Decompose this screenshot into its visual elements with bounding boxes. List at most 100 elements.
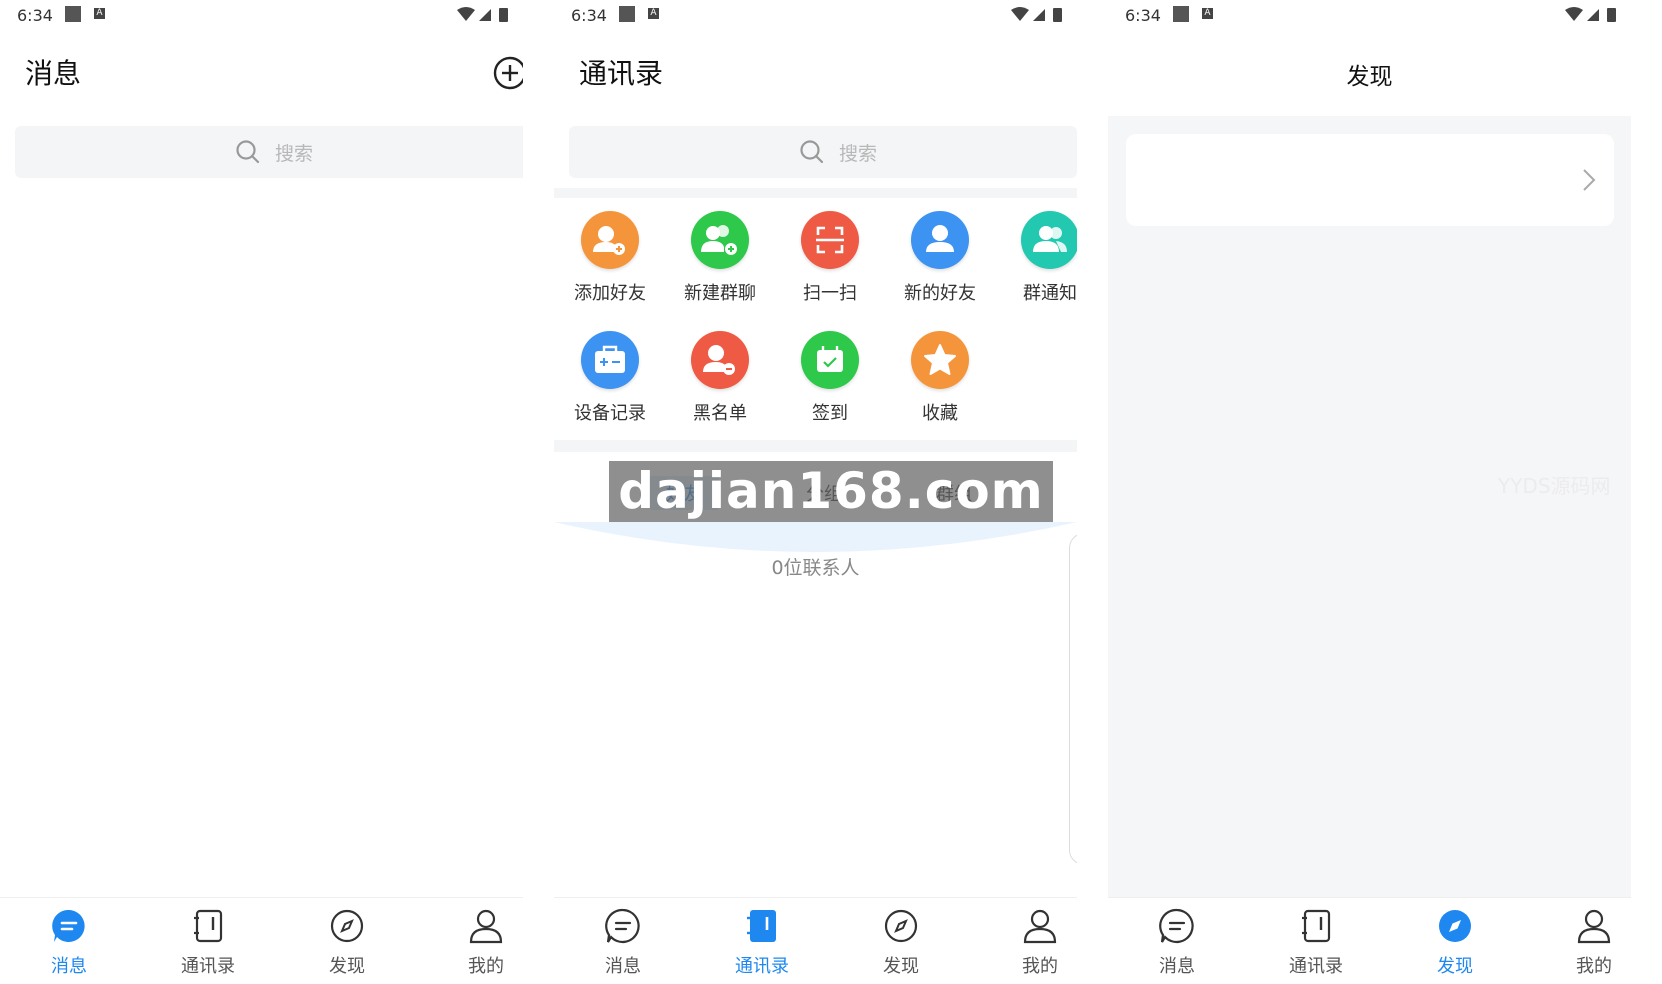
contacts-icon — [194, 909, 223, 943]
status-time: 6:34 — [1125, 6, 1161, 25]
bottom-tab-bar: 消息 通讯录 发现 我的 — [554, 897, 1077, 984]
func-new-friend[interactable]: 新的好友 — [885, 211, 995, 305]
tab-profile[interactable]: 我的 — [1534, 898, 1631, 984]
discover-screen: 6:34 A 发现 YYDS源码网 消息 通讯录 发现 我的 — [1108, 0, 1631, 984]
profile-icon — [1023, 909, 1057, 944]
func-group-notice[interactable]: 群通知 — [995, 211, 1077, 305]
status-time: 6:34 — [17, 6, 53, 25]
tab-label: 消息 — [605, 956, 641, 977]
alphabet-letter[interactable]: A — [1070, 534, 1077, 559]
alphabet-letter[interactable]: I — [1070, 730, 1077, 755]
search-bar[interactable]: 搜索 — [569, 126, 1077, 178]
func-label: 添加好友 — [574, 283, 646, 304]
contacts-icon — [747, 910, 776, 942]
func-label: 群通知 — [1023, 283, 1077, 304]
status-bar: 6:34 A — [1108, 0, 1631, 30]
tab-profile[interactable]: 我的 — [980, 898, 1077, 984]
section-divider — [554, 440, 1077, 452]
status-bar: 6:34 A — [554, 0, 1077, 30]
tab-messages[interactable]: 消息 — [1117, 898, 1237, 984]
bottom-tab-bar: 消息 通讯录 发现 我的 — [1108, 897, 1631, 984]
notification-icon — [619, 6, 635, 22]
contacts-screen: 6:34 A 通讯录 搜索 添加好友 新建群聊 扫一扫 新的好友 群通知 设备记… — [554, 0, 1077, 984]
func-checkin[interactable]: 签到 — [775, 331, 885, 425]
compass-icon — [330, 909, 364, 943]
alphabet-letter[interactable]: M — [1070, 828, 1077, 853]
tab-discover[interactable]: 发现 — [1395, 898, 1515, 984]
section-divider — [554, 188, 1077, 198]
favorite-icon — [911, 331, 969, 389]
compass-icon — [884, 909, 918, 943]
contacts-icon — [1302, 909, 1331, 943]
scan-icon — [801, 211, 859, 269]
tab-label: 发现 — [329, 956, 365, 977]
search-icon — [236, 140, 260, 164]
tab-contacts[interactable]: 通讯录 — [148, 898, 268, 984]
tab-discover[interactable]: 发现 — [287, 898, 407, 984]
message-icon — [605, 908, 640, 944]
func-blacklist[interactable]: 黑名单 — [665, 331, 775, 425]
tab-discover[interactable]: 发现 — [841, 898, 961, 984]
messages-screen: 6:34 A 消息 搜索 消息 通讯录 发现 我的 — [0, 0, 523, 984]
bottom-tab-bar: 消息 通讯录 发现 我的 — [0, 897, 523, 984]
func-device-record[interactable]: 设备记录 — [555, 331, 665, 425]
func-favorite[interactable]: 收藏 — [885, 331, 995, 425]
search-placeholder: 搜索 — [839, 143, 878, 165]
alphabet-letter[interactable]: G — [1070, 681, 1077, 706]
tab-profile[interactable]: 我的 — [426, 898, 523, 984]
search-placeholder: 搜索 — [275, 143, 314, 165]
alphabet-letter[interactable]: E — [1070, 632, 1077, 657]
alphabet-letter[interactable]: D — [1070, 608, 1077, 633]
tab-contacts[interactable]: 通讯录 — [1256, 898, 1376, 984]
a-badge-icon: A — [94, 8, 105, 19]
tab-label: 消息 — [1159, 956, 1195, 977]
tab-label: 发现 — [883, 956, 919, 977]
alphabet-index[interactable]: ABCDEFGHIJKLMN — [1069, 533, 1077, 865]
alphabet-letter[interactable]: F — [1070, 657, 1077, 682]
notification-icon — [1173, 6, 1189, 22]
signal-battery-icon — [1011, 7, 1062, 22]
tab-label: 通讯录 — [735, 956, 789, 977]
discover-card[interactable] — [1126, 134, 1614, 226]
alphabet-letter[interactable]: N — [1070, 853, 1077, 878]
tab-messages[interactable]: 消息 — [563, 898, 683, 984]
page-title: 发现 — [1346, 64, 1393, 90]
tab-messages[interactable]: 消息 — [9, 898, 129, 984]
chevron-right-icon — [1583, 169, 1596, 191]
tab-label: 通讯录 — [181, 956, 235, 977]
tab-label: 发现 — [1437, 956, 1473, 977]
blacklist-icon — [691, 331, 749, 389]
a-badge-icon: A — [1202, 8, 1213, 19]
add-friend-icon — [581, 211, 639, 269]
alphabet-letter[interactable]: K — [1070, 779, 1077, 804]
status-time: 6:34 — [571, 6, 607, 25]
profile-icon — [1577, 909, 1611, 944]
func-label: 扫一扫 — [803, 283, 857, 304]
func-new-group[interactable]: 新建群聊 — [665, 211, 775, 305]
add-plus-icon[interactable] — [493, 56, 523, 90]
func-label: 新建群聊 — [684, 283, 756, 304]
status-bar: 6:34 A — [0, 0, 523, 30]
alphabet-letter[interactable]: H — [1070, 706, 1077, 731]
func-add-friend[interactable]: 添加好友 — [555, 211, 665, 305]
func-label: 签到 — [812, 403, 848, 424]
watermark-banner: dajian168.com — [609, 461, 1053, 522]
device-record-icon — [581, 331, 639, 389]
signal-battery-icon — [1565, 7, 1616, 22]
tab-label: 我的 — [1576, 956, 1612, 977]
alphabet-letter[interactable]: J — [1070, 755, 1077, 780]
compass-icon — [1439, 910, 1471, 942]
message-icon — [1159, 908, 1194, 944]
func-scan[interactable]: 扫一扫 — [775, 211, 885, 305]
message-icon — [52, 909, 85, 942]
func-label: 新的好友 — [904, 283, 976, 304]
func-label: 收藏 — [922, 403, 958, 424]
alphabet-letter[interactable]: L — [1070, 804, 1077, 829]
tab-contacts[interactable]: 通讯录 — [702, 898, 822, 984]
page-title: 消息 — [25, 57, 82, 90]
alphabet-letter[interactable]: C — [1070, 583, 1077, 608]
tab-label: 消息 — [51, 956, 87, 977]
search-bar[interactable]: 搜索 — [15, 126, 523, 178]
notification-icon — [65, 6, 81, 22]
alphabet-letter[interactable]: B — [1070, 559, 1077, 584]
